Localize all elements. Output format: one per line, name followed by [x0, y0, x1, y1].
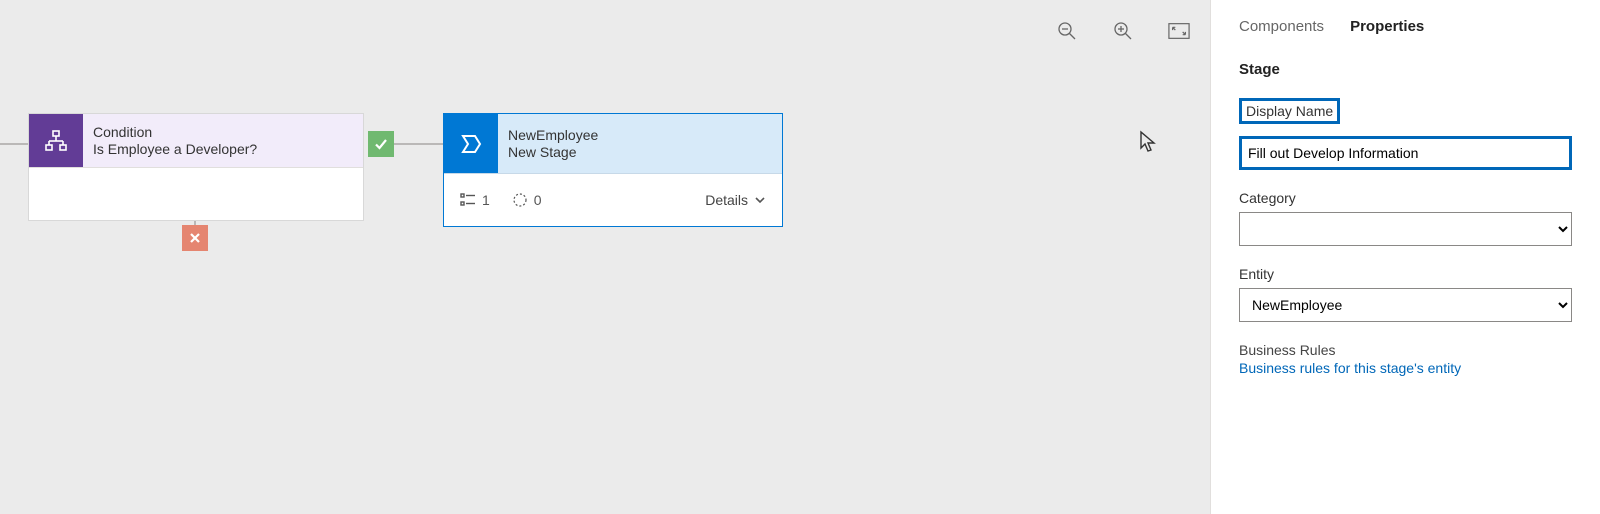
category-label: Category [1239, 190, 1296, 206]
field-business-rules: Business Rules Business rules for this s… [1239, 342, 1572, 376]
zoom-out-icon[interactable] [1056, 20, 1078, 42]
canvas-toolbar [1056, 20, 1190, 42]
condition-header: Condition Is Employee a Developer? [29, 114, 363, 168]
stage-icon [444, 114, 498, 173]
flow-icon [512, 192, 528, 208]
condition-name-label: Is Employee a Developer? [93, 141, 353, 158]
stage-entity-label: NewEmployee [508, 127, 772, 144]
condition-false-badge[interactable] [182, 225, 208, 251]
steps-icon [460, 193, 476, 207]
chevron-down-icon [754, 194, 766, 206]
condition-text: Condition Is Employee a Developer? [83, 114, 363, 167]
stage-header: NewEmployee New Stage [444, 114, 782, 174]
stage-flow-count: 0 [512, 192, 542, 208]
zoom-in-icon[interactable] [1112, 20, 1134, 42]
condition-tile[interactable]: Condition Is Employee a Developer? [28, 113, 364, 221]
business-rules-link[interactable]: Business rules for this stage's entity [1239, 360, 1572, 376]
tab-components[interactable]: Components [1239, 12, 1324, 41]
stage-stats: 1 0 [460, 192, 542, 208]
connector-line [394, 143, 443, 145]
business-rules-label: Business Rules [1239, 342, 1572, 358]
flow-count-value: 0 [534, 192, 542, 208]
entity-select[interactable]: NewEmployee [1239, 288, 1572, 322]
condition-body [29, 168, 363, 220]
stage-name-label: New Stage [508, 144, 772, 161]
entity-label: Entity [1239, 266, 1274, 282]
stage-step-count: 1 [460, 192, 490, 208]
stage-body: 1 0 Details [444, 174, 782, 226]
display-name-input[interactable] [1239, 136, 1572, 170]
tab-properties[interactable]: Properties [1350, 12, 1424, 41]
step-count-value: 1 [482, 192, 490, 208]
fit-to-screen-icon[interactable] [1168, 20, 1190, 42]
details-label: Details [705, 192, 748, 208]
condition-type-label: Condition [93, 124, 353, 141]
field-category: Category [1239, 190, 1572, 246]
stage-tile[interactable]: NewEmployee New Stage 1 [443, 113, 783, 227]
stage-text: NewEmployee New Stage [498, 114, 782, 173]
field-display-name: Display Name [1239, 98, 1572, 170]
panel-tabs: Components Properties [1239, 12, 1572, 41]
condition-true-badge[interactable] [368, 131, 394, 157]
condition-icon [29, 114, 83, 167]
properties-panel: Components Properties Stage Display Name… [1210, 0, 1600, 514]
cursor-icon [1138, 130, 1158, 154]
stage-details-button[interactable]: Details [705, 192, 766, 208]
panel-section-title: Stage [1239, 61, 1572, 78]
connector-line [0, 143, 28, 145]
field-entity: Entity NewEmployee [1239, 266, 1572, 322]
display-name-label: Display Name [1239, 98, 1340, 124]
category-select[interactable] [1239, 212, 1572, 246]
designer-canvas[interactable]: Condition Is Employee a Developer? [0, 0, 1210, 514]
